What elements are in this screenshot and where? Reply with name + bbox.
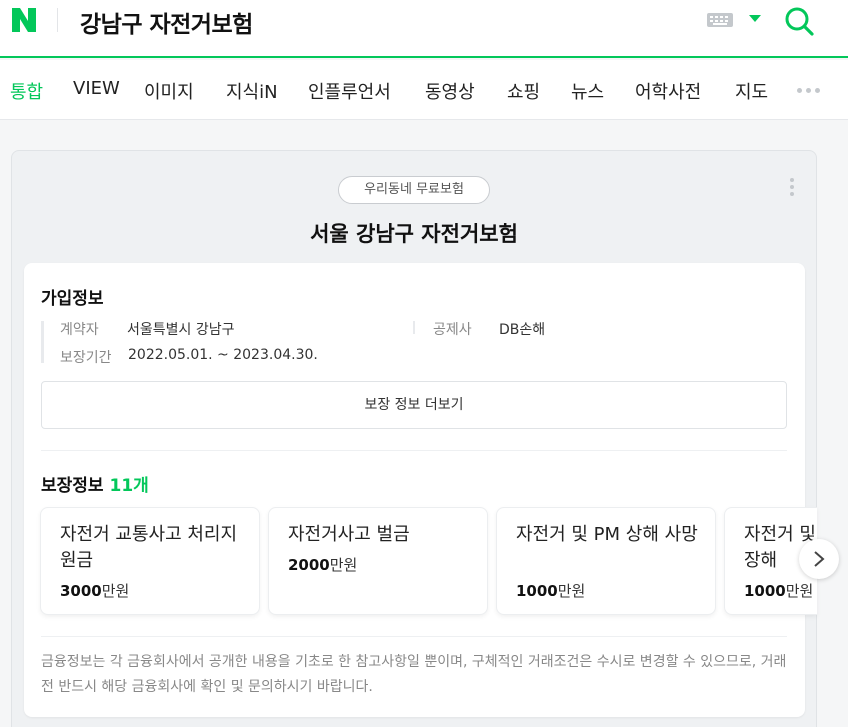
coverage-item-name: 자전거 및 PM 상해 사망 xyxy=(516,524,698,545)
coverage-more-button[interactable]: 보장 정보 더보기 xyxy=(41,381,787,429)
coverage-item-amount: 1000만원 xyxy=(516,582,586,600)
info-left-bar xyxy=(41,321,44,363)
period-value: 2022.05.01. ~ 2023.04.30. xyxy=(128,347,318,363)
tab-view[interactable]: VIEW xyxy=(73,78,120,99)
tab-video[interactable]: 동영상 xyxy=(425,78,475,104)
search-header: 강남구 자전거보험 xyxy=(0,0,848,58)
tab-shopping[interactable]: 쇼핑 xyxy=(507,78,540,104)
tab-dictionary[interactable]: 어학사전 xyxy=(635,78,701,104)
tab-news[interactable]: 뉴스 xyxy=(571,78,604,104)
insurer-value: DB손해 xyxy=(499,322,546,338)
tab-integrated[interactable]: 통합 xyxy=(10,78,43,104)
coverage-item-name: 자전거사고 벌금 xyxy=(288,524,410,545)
coverage-item-amount: 3000만원 xyxy=(60,582,130,600)
section-divider xyxy=(41,450,787,451)
search-icon[interactable] xyxy=(783,5,815,37)
autocomplete-toggle-icon[interactable] xyxy=(749,15,761,22)
contractor-value: 서울특별시 강남구 xyxy=(127,322,235,338)
coverage-item-amount: 2000만원 xyxy=(288,556,358,574)
join-info-title: 가입정보 xyxy=(41,289,104,309)
coverage-item-amount: 1000만원 xyxy=(744,582,814,600)
card-badge: 우리동네 무료보험 xyxy=(338,176,490,204)
header-divider xyxy=(57,8,58,32)
keyboard-icon[interactable] xyxy=(707,13,733,27)
tab-map[interactable]: 지도 xyxy=(735,78,768,104)
tab-influencer[interactable]: 인플루언서 xyxy=(308,78,391,104)
notice-divider xyxy=(41,636,787,637)
coverage-item[interactable]: 자전거사고 벌금 2000만원 xyxy=(268,507,488,615)
card-title: 서울 강남구 자전거보험 xyxy=(310,222,518,246)
coverage-count: 11개 xyxy=(109,476,149,496)
naver-logo[interactable] xyxy=(10,6,38,34)
more-tabs-icon[interactable] xyxy=(797,88,820,93)
insurer-label: 공제사 xyxy=(433,322,472,338)
contractor-label: 계약자 xyxy=(60,322,99,338)
coverage-item-name: 자전거 교통사고 처리지원금 xyxy=(60,524,238,571)
next-coverage-button[interactable] xyxy=(799,539,839,579)
info-mid-bar xyxy=(413,321,415,334)
period-label: 보장기간 xyxy=(60,350,112,366)
tab-images[interactable]: 이미지 xyxy=(144,78,194,104)
financial-notice: 금융정보는 각 금융회사에서 공개한 내용을 기초로 한 참고사항일 뿐이며, … xyxy=(41,654,787,695)
more-options-icon[interactable] xyxy=(790,178,794,196)
coverage-item[interactable]: 자전거 및 PM 상해 사망 1000만원 xyxy=(496,507,716,615)
coverage-title: 보장정보 11개 xyxy=(41,476,149,496)
tab-kin[interactable]: 지식iN xyxy=(226,78,278,104)
chevron-right-icon xyxy=(814,551,825,567)
search-tabs: 통합 VIEW 이미지 지식iN 인플루언서 동영상 쇼핑 뉴스 어학사전 지도 xyxy=(0,60,848,120)
coverage-item[interactable]: 자전거 교통사고 처리지원금 3000만원 xyxy=(40,507,260,615)
search-query[interactable]: 강남구 자전거보험 xyxy=(80,5,253,39)
